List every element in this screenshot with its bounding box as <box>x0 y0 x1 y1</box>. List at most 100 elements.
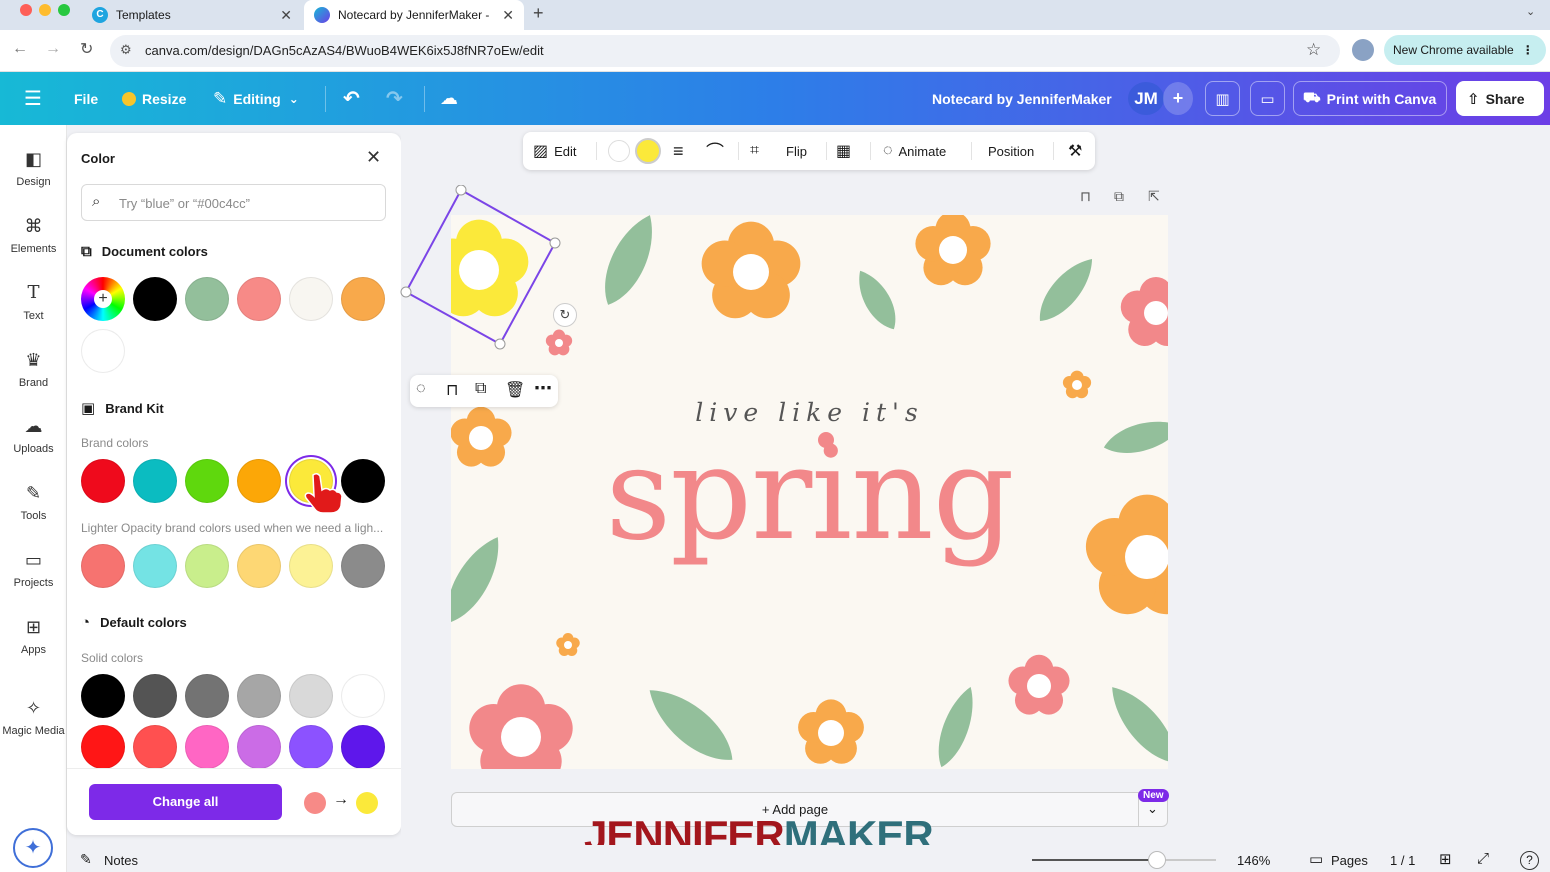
new-chrome-available-button[interactable]: New Chrome available ⋮ <box>1384 35 1546 65</box>
trash-icon[interactable]: 🗑 <box>505 380 525 400</box>
document-title[interactable]: Notecard by JenniferMaker <box>932 72 1112 125</box>
lighter-brand-color-swatch[interactable] <box>341 544 385 588</box>
close-window-button[interactable] <box>20 4 32 16</box>
browser-tab-templates[interactable]: C Templates ✕ <box>82 0 302 30</box>
cloud-saved-icon[interactable]: ☁ <box>440 72 458 125</box>
zoom-slider-track[interactable] <box>1032 851 1216 869</box>
solid-color-swatch[interactable] <box>237 674 281 718</box>
editing-mode-dropdown[interactable]: ✎ Editing ⌄ <box>213 72 299 125</box>
solid-color-swatch[interactable] <box>133 725 177 769</box>
lighter-brand-color-swatch[interactable] <box>289 544 333 588</box>
fill-color-button[interactable] <box>635 138 661 164</box>
rail-item-apps[interactable]: ⊞ Apps <box>0 616 67 656</box>
invite-plus-icon[interactable]: + <box>1163 82 1193 115</box>
close-panel-icon[interactable]: ✕ <box>366 147 381 168</box>
grid-view-icon[interactable]: ⊞ <box>1439 850 1452 868</box>
solid-color-swatch[interactable] <box>341 674 385 718</box>
solid-color-swatch[interactable] <box>133 674 177 718</box>
rail-item-text[interactable]: T Text <box>0 282 67 322</box>
comment-add-icon[interactable]: ◌ <box>416 380 426 398</box>
url-bar[interactable]: ⚙ canva.com/design/DAGn5cAzAS4/BWuoB4WEK… <box>110 35 1340 67</box>
site-settings-icon[interactable]: ⚙ <box>120 42 132 58</box>
file-menu[interactable]: File <box>74 72 98 125</box>
main-menu-icon[interactable]: ☰ <box>24 72 42 125</box>
bookmark-star-icon[interactable]: ☆ <box>1306 40 1321 60</box>
zoom-slider-handle[interactable] <box>1148 851 1167 869</box>
notes-button[interactable]: Notes <box>104 853 138 868</box>
close-tab-icon[interactable]: ✕ <box>502 7 514 24</box>
reload-icon[interactable]: ↻ <box>80 39 93 59</box>
forward-arrow-icon[interactable]: → <box>45 40 61 58</box>
color-search-input[interactable]: ⌕ Try “blue” or “#00c4cc” <box>81 184 386 221</box>
rail-item-projects[interactable]: ▭ Projects <box>0 549 67 589</box>
headline-text[interactable]: spring <box>451 420 1168 569</box>
pages-icon[interactable]: ▭ <box>1309 850 1323 868</box>
document-color-swatch[interactable] <box>289 277 333 321</box>
solid-color-swatch[interactable] <box>81 674 125 718</box>
pages-button[interactable]: Pages <box>1331 853 1368 868</box>
solid-color-swatch[interactable] <box>81 725 125 769</box>
user-avatar[interactable]: JM <box>1128 82 1164 115</box>
rotate-handle-icon[interactable]: ↻ <box>553 303 577 327</box>
rail-item-brand[interactable]: ♛ Brand <box>0 349 67 389</box>
insights-chart-icon[interactable]: ▥ <box>1205 81 1240 116</box>
selection-handles[interactable] <box>400 185 570 355</box>
tab-search-chevron-icon[interactable]: ⌄ <box>1526 5 1535 18</box>
brand-color-swatch[interactable] <box>185 459 229 503</box>
duplicate-icon[interactable]: ⧉ <box>475 380 486 398</box>
document-color-swatch[interactable] <box>237 277 281 321</box>
comment-icon[interactable]: ▭ <box>1250 81 1285 116</box>
rail-item-elements[interactable]: ⌘ Elements <box>0 215 67 255</box>
share-button[interactable]: ⇧ Share <box>1456 81 1544 116</box>
chevron-down-icon[interactable]: ⌄ <box>1147 801 1158 817</box>
maximize-window-button[interactable] <box>58 4 70 16</box>
close-tab-icon[interactable]: ✕ <box>280 7 292 24</box>
minimize-window-button[interactable] <box>39 4 51 16</box>
lighter-brand-color-swatch[interactable] <box>133 544 177 588</box>
browser-tab-notecard[interactable]: Notecard by JenniferMaker - ✕ <box>304 0 524 30</box>
add-page-icon[interactable]: ⇱ <box>1148 188 1160 205</box>
undo-icon[interactable]: ↶ <box>343 72 360 125</box>
color-swatch-white[interactable] <box>608 140 630 162</box>
crop-icon[interactable]: ⌗ <box>750 132 759 170</box>
document-color-swatch[interactable] <box>341 277 385 321</box>
solid-color-swatch[interactable] <box>289 725 333 769</box>
solid-color-swatch[interactable] <box>185 725 229 769</box>
change-all-button[interactable]: Change all <box>89 784 282 820</box>
print-with-canva-button[interactable]: ⛟ Print with Canva <box>1293 81 1447 116</box>
document-color-swatch[interactable] <box>81 329 125 373</box>
copy-style-paint-roller-icon[interactable]: ⚒ <box>1068 132 1082 170</box>
rail-item-uploads[interactable]: ☁ Uploads <box>0 415 67 455</box>
notes-icon[interactable]: ✎ <box>80 851 92 868</box>
corner-rounding-icon[interactable]: ⌒ <box>706 132 724 170</box>
solid-color-swatch[interactable] <box>237 725 281 769</box>
lock-icon[interactable]: ⊓ <box>446 380 458 400</box>
document-color-swatch[interactable] <box>133 277 177 321</box>
url-text[interactable]: canva.com/design/DAGn5cAzAS4/BWuoB4WEK6i… <box>145 43 544 58</box>
lock-page-icon[interactable]: ⊓ <box>1080 188 1091 205</box>
rail-item-design[interactable]: ◧ Design <box>0 148 67 188</box>
solid-color-swatch[interactable] <box>341 725 385 769</box>
transparency-icon[interactable]: ▦ <box>836 132 851 170</box>
new-tab-button[interactable]: + <box>533 3 544 24</box>
solid-color-swatch[interactable] <box>185 674 229 718</box>
add-color-button[interactable]: + <box>81 277 125 321</box>
edit-image-button[interactable]: ▨ Edit <box>533 132 577 170</box>
border-style-icon[interactable]: ≡ <box>673 132 684 170</box>
animate-button[interactable]: ◌ Animate <box>883 132 946 170</box>
profile-avatar[interactable] <box>1352 39 1374 61</box>
duplicate-page-icon[interactable]: ⧉ <box>1114 188 1124 205</box>
lighter-brand-color-swatch[interactable] <box>81 544 125 588</box>
fullscreen-icon[interactable]: ⤢ <box>1477 850 1489 867</box>
flip-button[interactable]: Flip <box>786 132 807 170</box>
help-icon[interactable]: ? <box>1520 851 1539 870</box>
back-arrow-icon[interactable]: ← <box>12 40 28 58</box>
document-color-swatch[interactable] <box>185 277 229 321</box>
rail-item-magic-media[interactable]: ✧ Magic Media <box>0 697 67 737</box>
resize-button[interactable]: Resize <box>122 72 186 125</box>
brand-color-swatch[interactable] <box>237 459 281 503</box>
rail-item-tools[interactable]: ✎ Tools <box>0 482 67 522</box>
brand-color-swatch[interactable] <box>133 459 177 503</box>
position-button[interactable]: Position <box>988 132 1034 170</box>
solid-color-swatch[interactable] <box>289 674 333 718</box>
